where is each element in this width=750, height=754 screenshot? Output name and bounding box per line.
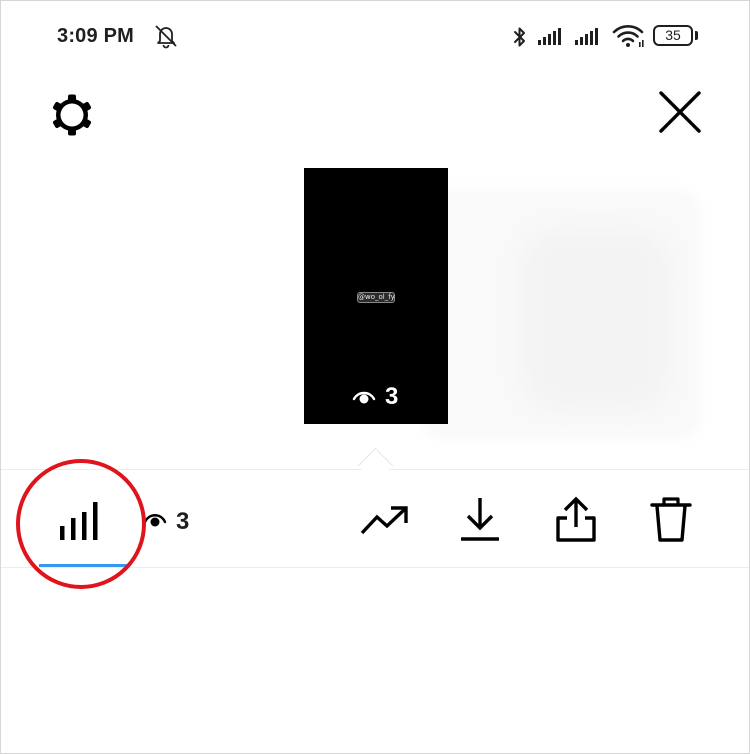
promote-button[interactable] — [359, 503, 409, 537]
share-icon — [556, 496, 596, 542]
insights-tab[interactable] — [55, 498, 103, 544]
wifi-icon — [612, 25, 644, 47]
next-story-preview-shade — [521, 229, 671, 409]
story-view-count: 3 — [385, 383, 399, 410]
delete-button[interactable] — [649, 495, 693, 545]
download-button[interactable] — [459, 495, 501, 543]
signal-icon-2 — [575, 28, 598, 45]
toolbar-divider-bottom — [1, 567, 749, 568]
trending-up-icon — [360, 506, 408, 535]
bar-chart-icon — [60, 502, 98, 540]
thumbnail-pointer — [357, 447, 394, 484]
viewers-count[interactable]: 3 — [176, 508, 189, 536]
bluetooth-icon — [514, 27, 525, 47]
close-button[interactable] — [657, 89, 703, 135]
signal-icon — [538, 28, 561, 45]
settings-button[interactable] — [47, 90, 97, 140]
status-time: 3:09 PM — [57, 25, 134, 47]
battery-indicator: 35 — [653, 25, 693, 46]
gear-icon — [52, 94, 92, 136]
eye-icon — [143, 514, 167, 527]
eye-icon — [352, 391, 376, 404]
trash-icon — [650, 497, 692, 542]
download-icon — [461, 498, 499, 541]
share-button[interactable] — [553, 495, 599, 545]
bell-muted-icon — [155, 25, 177, 49]
battery-tip — [695, 31, 698, 40]
screen: 3:09 PM 35 @wo_ol_fy 3 3 — [0, 0, 750, 754]
active-tab-indicator — [39, 564, 127, 567]
mention-sticker: @wo_ol_fy — [357, 292, 395, 303]
close-icon — [659, 91, 701, 133]
